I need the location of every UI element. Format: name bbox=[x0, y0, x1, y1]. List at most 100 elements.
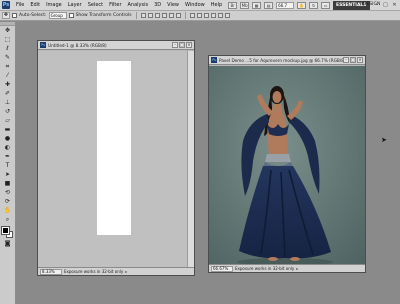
menu-3d[interactable]: 3D bbox=[151, 2, 164, 8]
blur-icon[interactable]: ● bbox=[3, 135, 13, 143]
screen-mode-icon[interactable]: ▭ bbox=[321, 1, 331, 9]
shape-icon[interactable]: ■ bbox=[3, 180, 13, 188]
history-brush-icon[interactable]: ↺ bbox=[3, 108, 13, 116]
menu-layer[interactable]: Layer bbox=[65, 2, 85, 8]
status-menu-arrow-icon[interactable]: ▸ bbox=[296, 266, 298, 271]
hand-icon[interactable]: ✋ bbox=[3, 207, 13, 215]
menu-filter[interactable]: Filter bbox=[106, 2, 124, 8]
quick-select-icon[interactable]: ✎ bbox=[3, 54, 13, 62]
document-icon: Ps bbox=[211, 57, 217, 63]
distribute-right-icon[interactable] bbox=[224, 13, 230, 18]
menu-file[interactable]: File bbox=[13, 2, 27, 8]
arrange-documents-icon[interactable]: ▤ bbox=[264, 1, 274, 9]
distribute-hcenter-icon[interactable] bbox=[217, 13, 223, 18]
maximize-icon[interactable]: □ bbox=[350, 57, 356, 63]
auto-select-dropdown[interactable]: Group bbox=[48, 12, 67, 19]
move-icon[interactable]: ✥ bbox=[3, 27, 13, 35]
eraser-icon[interactable]: ▱ bbox=[3, 117, 13, 125]
rotate-view-icon[interactable]: ↻ bbox=[309, 1, 319, 9]
document-canvas-area[interactable] bbox=[209, 66, 365, 264]
transform-controls-label: Show Transform Controls bbox=[75, 13, 132, 18]
menu-select[interactable]: Select bbox=[85, 2, 106, 8]
zoom-field[interactable]: 8.33% bbox=[40, 268, 62, 275]
document-title-bar[interactable]: Ps Pavel Demo ...5 for Aqurevern mockup.… bbox=[209, 56, 365, 65]
path-select-icon[interactable]: ➤ bbox=[3, 171, 13, 179]
brush-icon[interactable]: ✐ bbox=[3, 90, 13, 98]
foreground-color-swatch[interactable] bbox=[0, 226, 10, 235]
document-window-controls: – □ ✕ bbox=[343, 57, 363, 63]
distribute-left-icon[interactable] bbox=[210, 13, 216, 18]
crop-icon[interactable]: ⌗ bbox=[3, 63, 13, 71]
distribute-vcenter-icon[interactable] bbox=[196, 13, 202, 18]
white-canvas[interactable] bbox=[97, 61, 131, 235]
quick-mask-icon[interactable]: ◙ bbox=[3, 240, 13, 248]
mouse-cursor-icon: ➤ bbox=[381, 136, 387, 144]
align-hcenter-icon[interactable] bbox=[168, 13, 174, 18]
healing-icon[interactable]: ✚ bbox=[3, 81, 13, 89]
distribute-top-icon[interactable] bbox=[189, 13, 195, 18]
document-status-bar: 8.33% Exposure works in 32-bit only ▸ bbox=[38, 267, 194, 275]
auto-select-checkbox[interactable] bbox=[12, 13, 17, 18]
photoshop-logo: Ps bbox=[2, 1, 10, 9]
status-info[interactable]: Exposure works in 32-bit only bbox=[235, 266, 294, 271]
document-window-untitled[interactable]: Ps Untitled-1 @ 8.33% (RGB/8) – □ ✕ 8.33… bbox=[37, 40, 195, 276]
align-bottom-icon[interactable] bbox=[154, 13, 160, 18]
menu-bar: Ps File Edit Image Layer Select Filter A… bbox=[0, 0, 400, 11]
3d-rotate-icon[interactable]: ⟲ bbox=[3, 189, 13, 197]
document-canvas-area[interactable] bbox=[38, 51, 187, 267]
separator bbox=[184, 12, 186, 19]
toolbox-grip[interactable] bbox=[0, 22, 15, 26]
document-status-bar: 66.67% Exposure works in 32-bit only ▸ bbox=[209, 264, 365, 272]
dancer-photo bbox=[209, 66, 365, 264]
minimize-icon[interactable]: – bbox=[343, 57, 349, 63]
document-window-photo[interactable]: Ps Pavel Demo ...5 for Aqurevern mockup.… bbox=[208, 55, 366, 273]
3d-orbit-icon[interactable]: ⟳ bbox=[3, 198, 13, 206]
eyedropper-icon[interactable]: ⁄ bbox=[3, 72, 13, 80]
menu-window[interactable]: Window bbox=[182, 2, 208, 8]
document-title-bar[interactable]: Ps Untitled-1 @ 8.33% (RGB/8) – □ ✕ bbox=[38, 41, 194, 50]
close-icon[interactable]: ✕ bbox=[357, 57, 363, 63]
lasso-icon[interactable]: ℓ bbox=[3, 45, 13, 53]
align-top-icon[interactable] bbox=[140, 13, 146, 18]
tool-preset-picker[interactable]: ✥ bbox=[2, 12, 10, 19]
gradient-icon[interactable]: ▬ bbox=[3, 126, 13, 134]
minimize-icon[interactable]: – bbox=[373, 2, 380, 9]
pen-icon[interactable]: ✒ bbox=[3, 153, 13, 161]
maximize-icon[interactable]: □ bbox=[382, 2, 389, 9]
toolbox: ✥ ⬚ ℓ ✎ ⌗ ⁄ ✚ ✐ ⊥ ↺ ▱ ▬ ● ◐ ✒ T ➤ ■ ⟲ ⟳ … bbox=[0, 22, 16, 304]
document-window-controls: – □ ✕ bbox=[172, 42, 192, 48]
vertical-scrollbar[interactable] bbox=[187, 51, 194, 267]
view-extras-icon[interactable]: ▦ bbox=[252, 1, 262, 9]
status-menu-arrow-icon[interactable]: ▸ bbox=[125, 269, 127, 274]
marquee-icon[interactable]: ⬚ bbox=[3, 36, 13, 44]
close-icon[interactable]: ✕ bbox=[391, 2, 398, 9]
zoom-icon[interactable]: ⌕ bbox=[3, 216, 13, 224]
bridge-button[interactable]: Br bbox=[228, 1, 238, 9]
menu-image[interactable]: Image bbox=[43, 2, 65, 8]
document-icon: Ps bbox=[40, 42, 46, 48]
align-left-icon[interactable] bbox=[161, 13, 167, 18]
dodge-icon[interactable]: ◐ bbox=[3, 144, 13, 152]
close-icon[interactable]: ✕ bbox=[186, 42, 192, 48]
photo-canvas[interactable] bbox=[209, 66, 365, 264]
clone-stamp-icon[interactable]: ⊥ bbox=[3, 99, 13, 107]
document-title: Untitled-1 @ 8.33% (RGB/8) bbox=[48, 42, 107, 48]
hand-view-icon[interactable]: ✋ bbox=[297, 1, 307, 9]
window-controls: – □ ✕ bbox=[373, 2, 398, 9]
minimize-icon[interactable]: – bbox=[172, 42, 178, 48]
menu-help[interactable]: Help bbox=[208, 2, 225, 8]
color-swatches[interactable] bbox=[0, 226, 14, 239]
transform-controls-checkbox[interactable] bbox=[68, 13, 74, 18]
menu-edit[interactable]: Edit bbox=[27, 2, 43, 8]
zoom-level-field[interactable]: 66.7 bbox=[276, 1, 295, 9]
align-vcenter-icon[interactable] bbox=[147, 13, 153, 18]
mini-bridge-button[interactable]: Mb bbox=[240, 1, 250, 9]
distribute-bottom-icon[interactable] bbox=[203, 13, 209, 18]
align-right-icon[interactable] bbox=[175, 13, 181, 18]
zoom-field[interactable]: 66.67% bbox=[211, 265, 233, 272]
type-icon[interactable]: T bbox=[3, 162, 13, 170]
menu-analysis[interactable]: Analysis bbox=[125, 2, 152, 8]
menu-view[interactable]: View bbox=[164, 2, 182, 8]
maximize-icon[interactable]: □ bbox=[179, 42, 185, 48]
status-info[interactable]: Exposure works in 32-bit only bbox=[64, 269, 123, 274]
